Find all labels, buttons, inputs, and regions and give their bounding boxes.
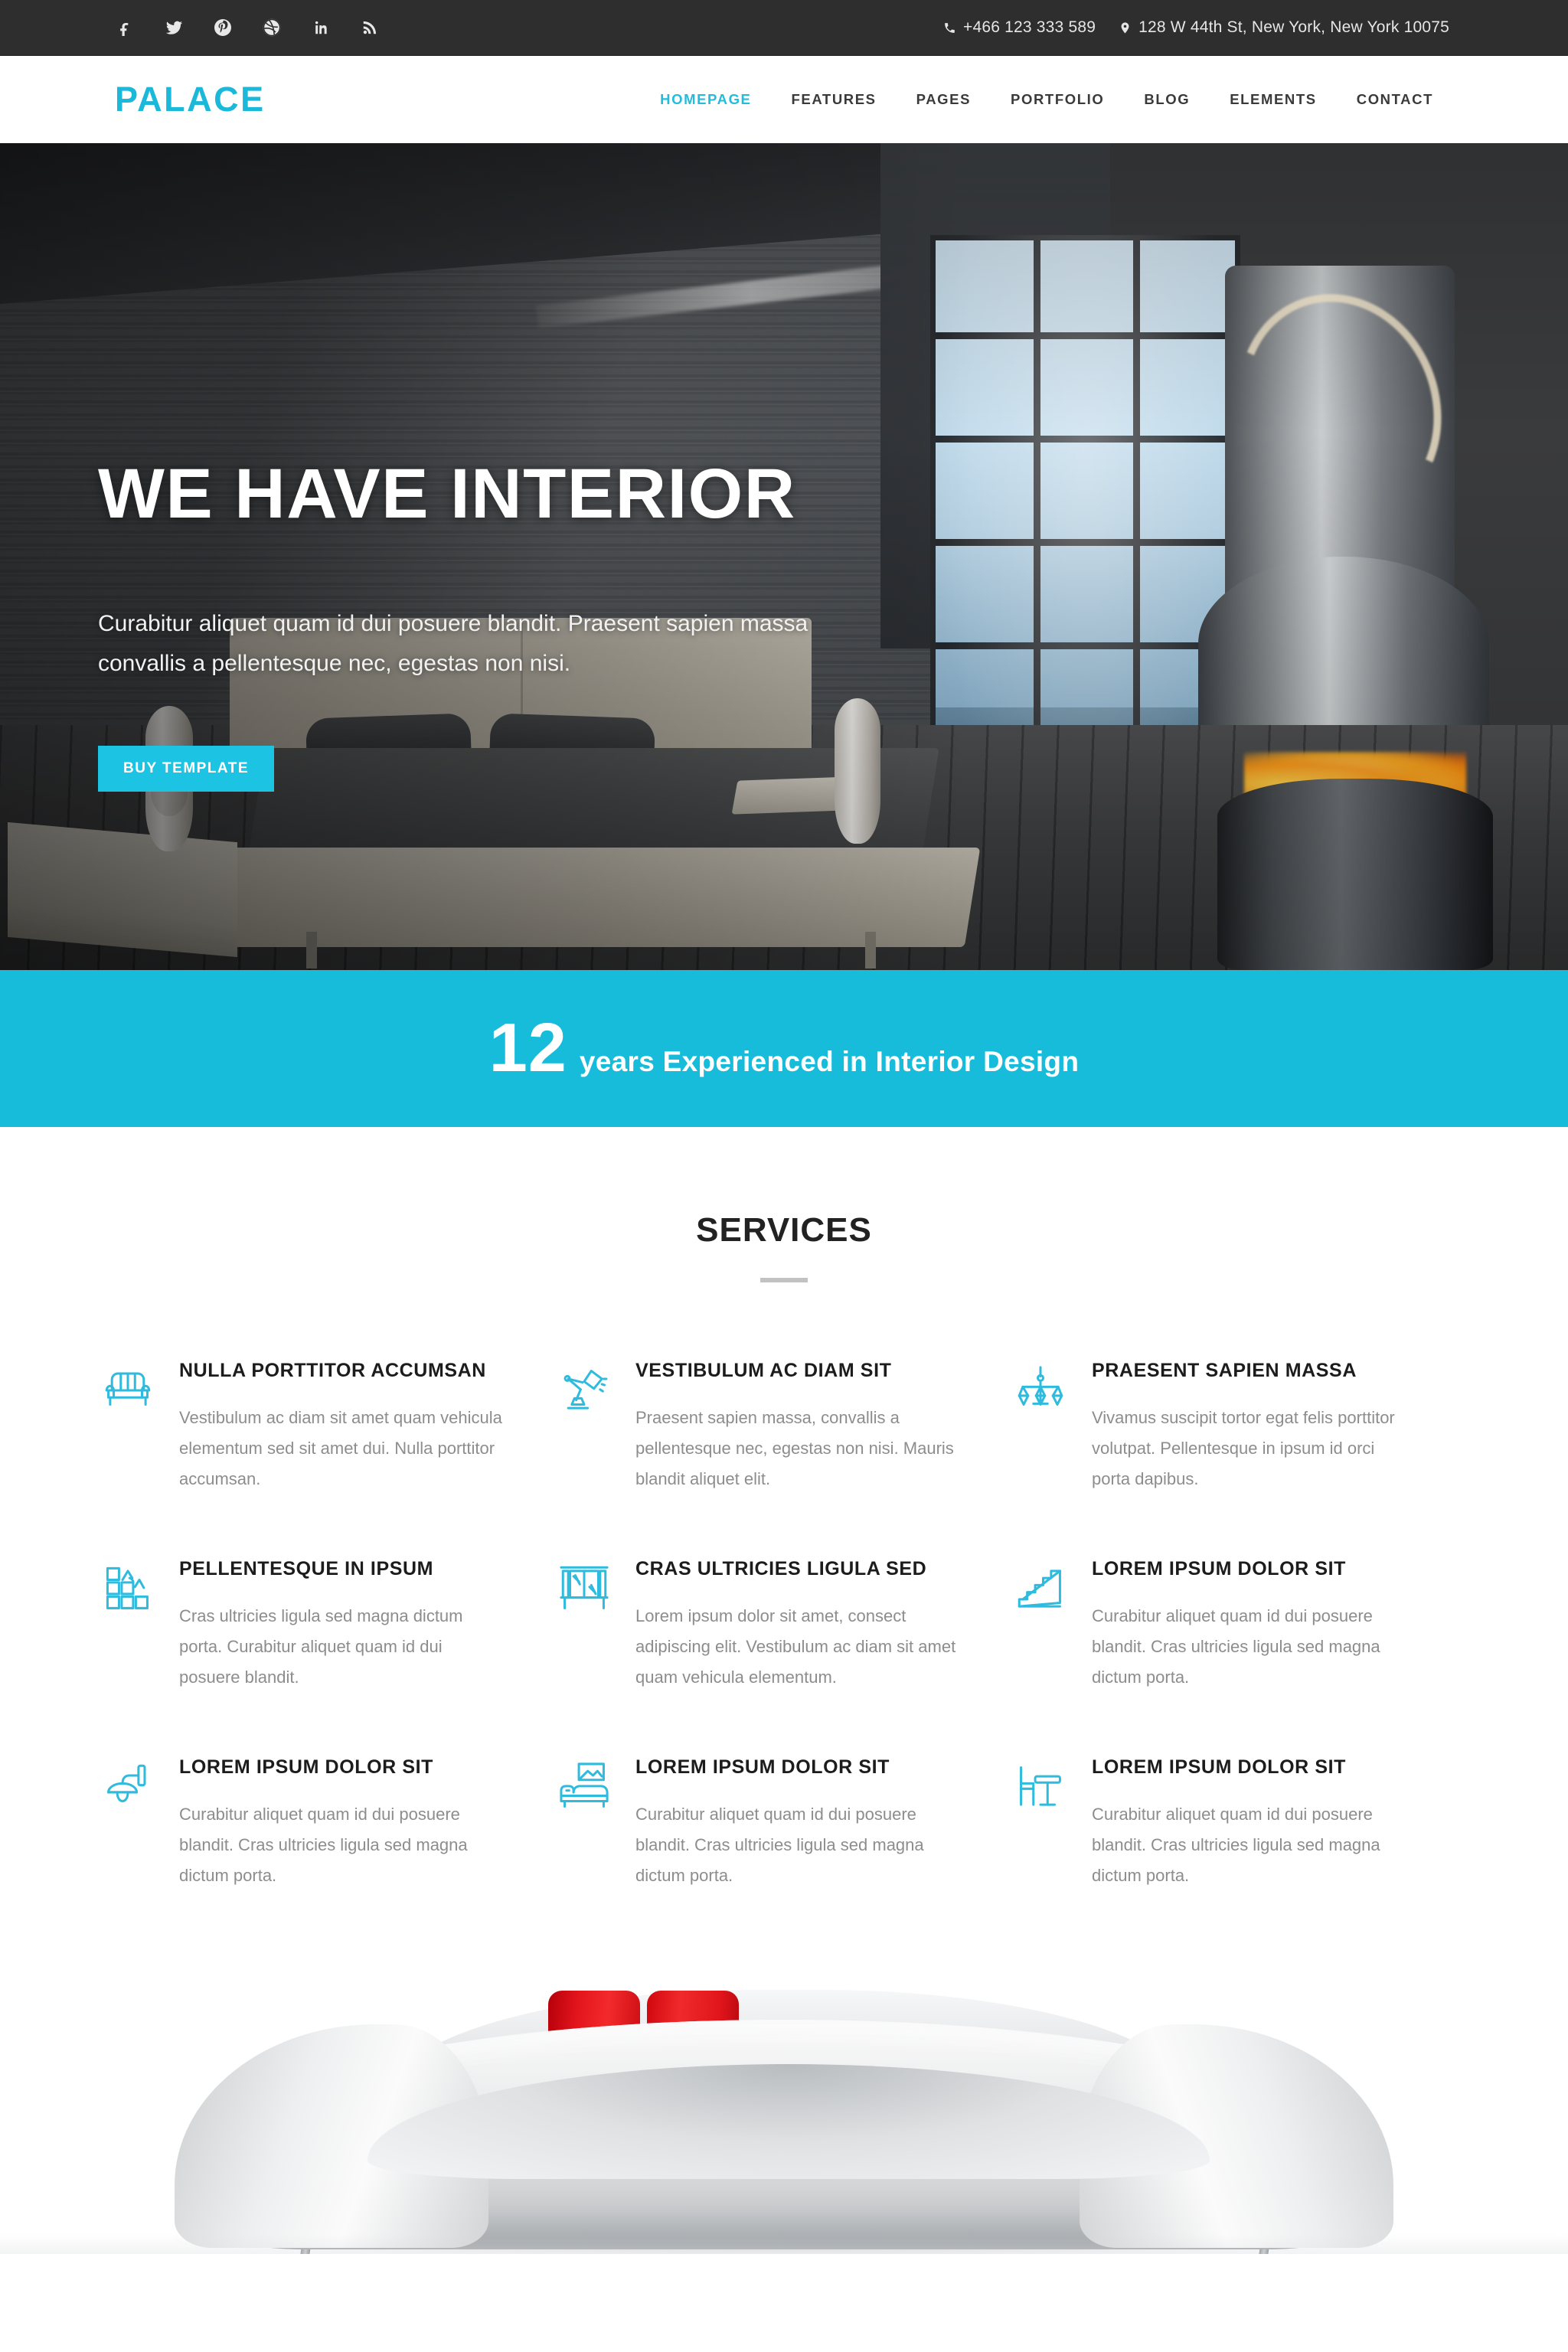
social-links xyxy=(115,18,380,38)
service-title: LOREM IPSUM DOLOR SIT xyxy=(635,1756,890,1779)
experience-stats-band: 12 years Experienced in Interior Design xyxy=(0,970,1568,1127)
services-section: SERVICES NULLA PORTTITOR ACCUMSAN Vestib… xyxy=(0,1127,1568,1955)
table-chair-icon xyxy=(1012,1759,1069,1815)
service-card[interactable]: PRAESENT SAPIEN MASSA Vivamus suscipit t… xyxy=(1012,1359,1468,1557)
service-title: LOREM IPSUM DOLOR SIT xyxy=(1092,1756,1347,1779)
services-grid: NULLA PORTTITOR ACCUMSAN Vestibulum ac d… xyxy=(100,1359,1468,1954)
site-header: PALACE HOMEPAGE FEATURES PAGES PORTFOLIO… xyxy=(0,56,1568,143)
service-card[interactable]: CRAS ULTRICIES LIGULA SED Lorem ipsum do… xyxy=(556,1557,1012,1756)
service-title: LOREM IPSUM DOLOR SIT xyxy=(1092,1558,1347,1580)
service-title: NULLA PORTTITOR ACCUMSAN xyxy=(179,1360,486,1381)
chandelier-icon xyxy=(1012,1362,1069,1419)
service-text: Cras ultricies ligula sed magna dictum p… xyxy=(179,1606,463,1687)
service-card[interactable]: VESTIBULUM AC DIAM SIT Praesent sapien m… xyxy=(556,1359,1012,1557)
service-card[interactable]: LOREM IPSUM DOLOR SIT Curabitur aliquet … xyxy=(1012,1756,1468,1954)
service-title: CRAS ULTRICIES LIGULA SED xyxy=(635,1558,927,1580)
experience-years-label: years Experienced in Interior Design xyxy=(579,1046,1080,1077)
window-icon xyxy=(556,1560,612,1617)
service-text: Praesent sapien massa, convallis a pelle… xyxy=(635,1408,954,1489)
nav-item-pages[interactable]: PAGES xyxy=(897,83,991,116)
nav-item-blog[interactable]: BLOG xyxy=(1124,83,1210,116)
twitter-icon[interactable] xyxy=(164,18,184,38)
service-title: PELLENTESQUE IN IPSUM xyxy=(179,1558,434,1580)
service-title: VESTIBULUM AC DIAM SIT xyxy=(635,1360,892,1381)
service-text: Vestibulum ac diam sit amet quam vehicul… xyxy=(179,1408,502,1489)
site-logo[interactable]: PALACE xyxy=(115,80,266,119)
address-info: 128 W 44th St, New York, New York 10075 xyxy=(1119,18,1449,37)
top-bar: +466 123 333 589 128 W 44th St, New York… xyxy=(0,0,1568,56)
buy-template-button[interactable]: BUY TEMPLATE xyxy=(98,745,275,792)
hero-content: WE HAVE INTERIOR Curabitur aliquet quam … xyxy=(98,457,940,792)
services-heading: SERVICES xyxy=(696,1211,872,1249)
nav-item-homepage[interactable]: HOMEPAGE xyxy=(640,83,771,116)
service-card[interactable]: LOREM IPSUM DOLOR SIT Curabitur aliquet … xyxy=(556,1756,1012,1954)
service-title: PRAESENT SAPIEN MASSA xyxy=(1092,1360,1357,1381)
hero-subtitle: Curabitur aliquet quam id dui posuere bl… xyxy=(98,610,808,677)
service-text: Curabitur aliquet quam id dui posuere bl… xyxy=(1092,1606,1380,1687)
main-navigation: HOMEPAGE FEATURES PAGES PORTFOLIO BLOG E… xyxy=(640,83,1453,116)
service-text: Curabitur aliquet quam id dui posuere bl… xyxy=(179,1805,468,1886)
address-text: 128 W 44th St, New York, New York 10075 xyxy=(1138,18,1449,36)
nav-item-features[interactable]: FEATURES xyxy=(772,83,897,116)
contact-info: +466 123 333 589 128 W 44th St, New York… xyxy=(943,18,1449,37)
desk-lamp-icon xyxy=(556,1362,612,1419)
nav-item-portfolio[interactable]: PORTFOLIO xyxy=(991,83,1124,116)
hero-title: WE HAVE INTERIOR xyxy=(98,455,796,533)
stairs-icon xyxy=(1012,1560,1069,1617)
wall-lamp-icon xyxy=(100,1759,156,1815)
service-card[interactable]: PELLENTESQUE IN IPSUM Cras ultricies lig… xyxy=(100,1557,556,1756)
service-title: LOREM IPSUM DOLOR SIT xyxy=(179,1756,434,1779)
service-text: Curabitur aliquet quam id dui posuere bl… xyxy=(1092,1805,1380,1886)
linkedin-icon[interactable] xyxy=(311,18,331,38)
sofa-showcase-image xyxy=(0,1954,1568,2255)
rss-icon[interactable] xyxy=(360,18,380,38)
phone-number: +466 123 333 589 xyxy=(962,18,1096,36)
facebook-icon[interactable] xyxy=(115,18,135,38)
service-text: Vivamus suscipit tortor egat felis portt… xyxy=(1092,1408,1395,1489)
service-card[interactable]: LOREM IPSUM DOLOR SIT Curabitur aliquet … xyxy=(100,1756,556,1954)
sofa-picture-icon xyxy=(556,1759,612,1815)
section-divider xyxy=(760,1278,808,1282)
service-card[interactable]: NULLA PORTTITOR ACCUMSAN Vestibulum ac d… xyxy=(100,1359,556,1557)
hero-section: WE HAVE INTERIOR Curabitur aliquet quam … xyxy=(0,143,1568,970)
armchair-icon xyxy=(100,1362,156,1419)
tiles-icon xyxy=(100,1560,156,1617)
phone-icon xyxy=(945,22,955,33)
location-pin-icon xyxy=(1121,21,1129,34)
service-text: Lorem ipsum dolor sit amet, consect adip… xyxy=(635,1606,956,1687)
experience-years-number: 12 xyxy=(488,1010,567,1086)
service-text: Curabitur aliquet quam id dui posuere bl… xyxy=(635,1805,924,1886)
nav-item-contact[interactable]: CONTACT xyxy=(1337,83,1453,116)
nav-item-elements[interactable]: ELEMENTS xyxy=(1210,83,1337,116)
dribbble-icon[interactable] xyxy=(262,18,282,38)
service-card[interactable]: LOREM IPSUM DOLOR SIT Curabitur aliquet … xyxy=(1012,1557,1468,1756)
pinterest-icon[interactable] xyxy=(213,18,233,38)
phone-info: +466 123 333 589 xyxy=(943,18,1096,37)
